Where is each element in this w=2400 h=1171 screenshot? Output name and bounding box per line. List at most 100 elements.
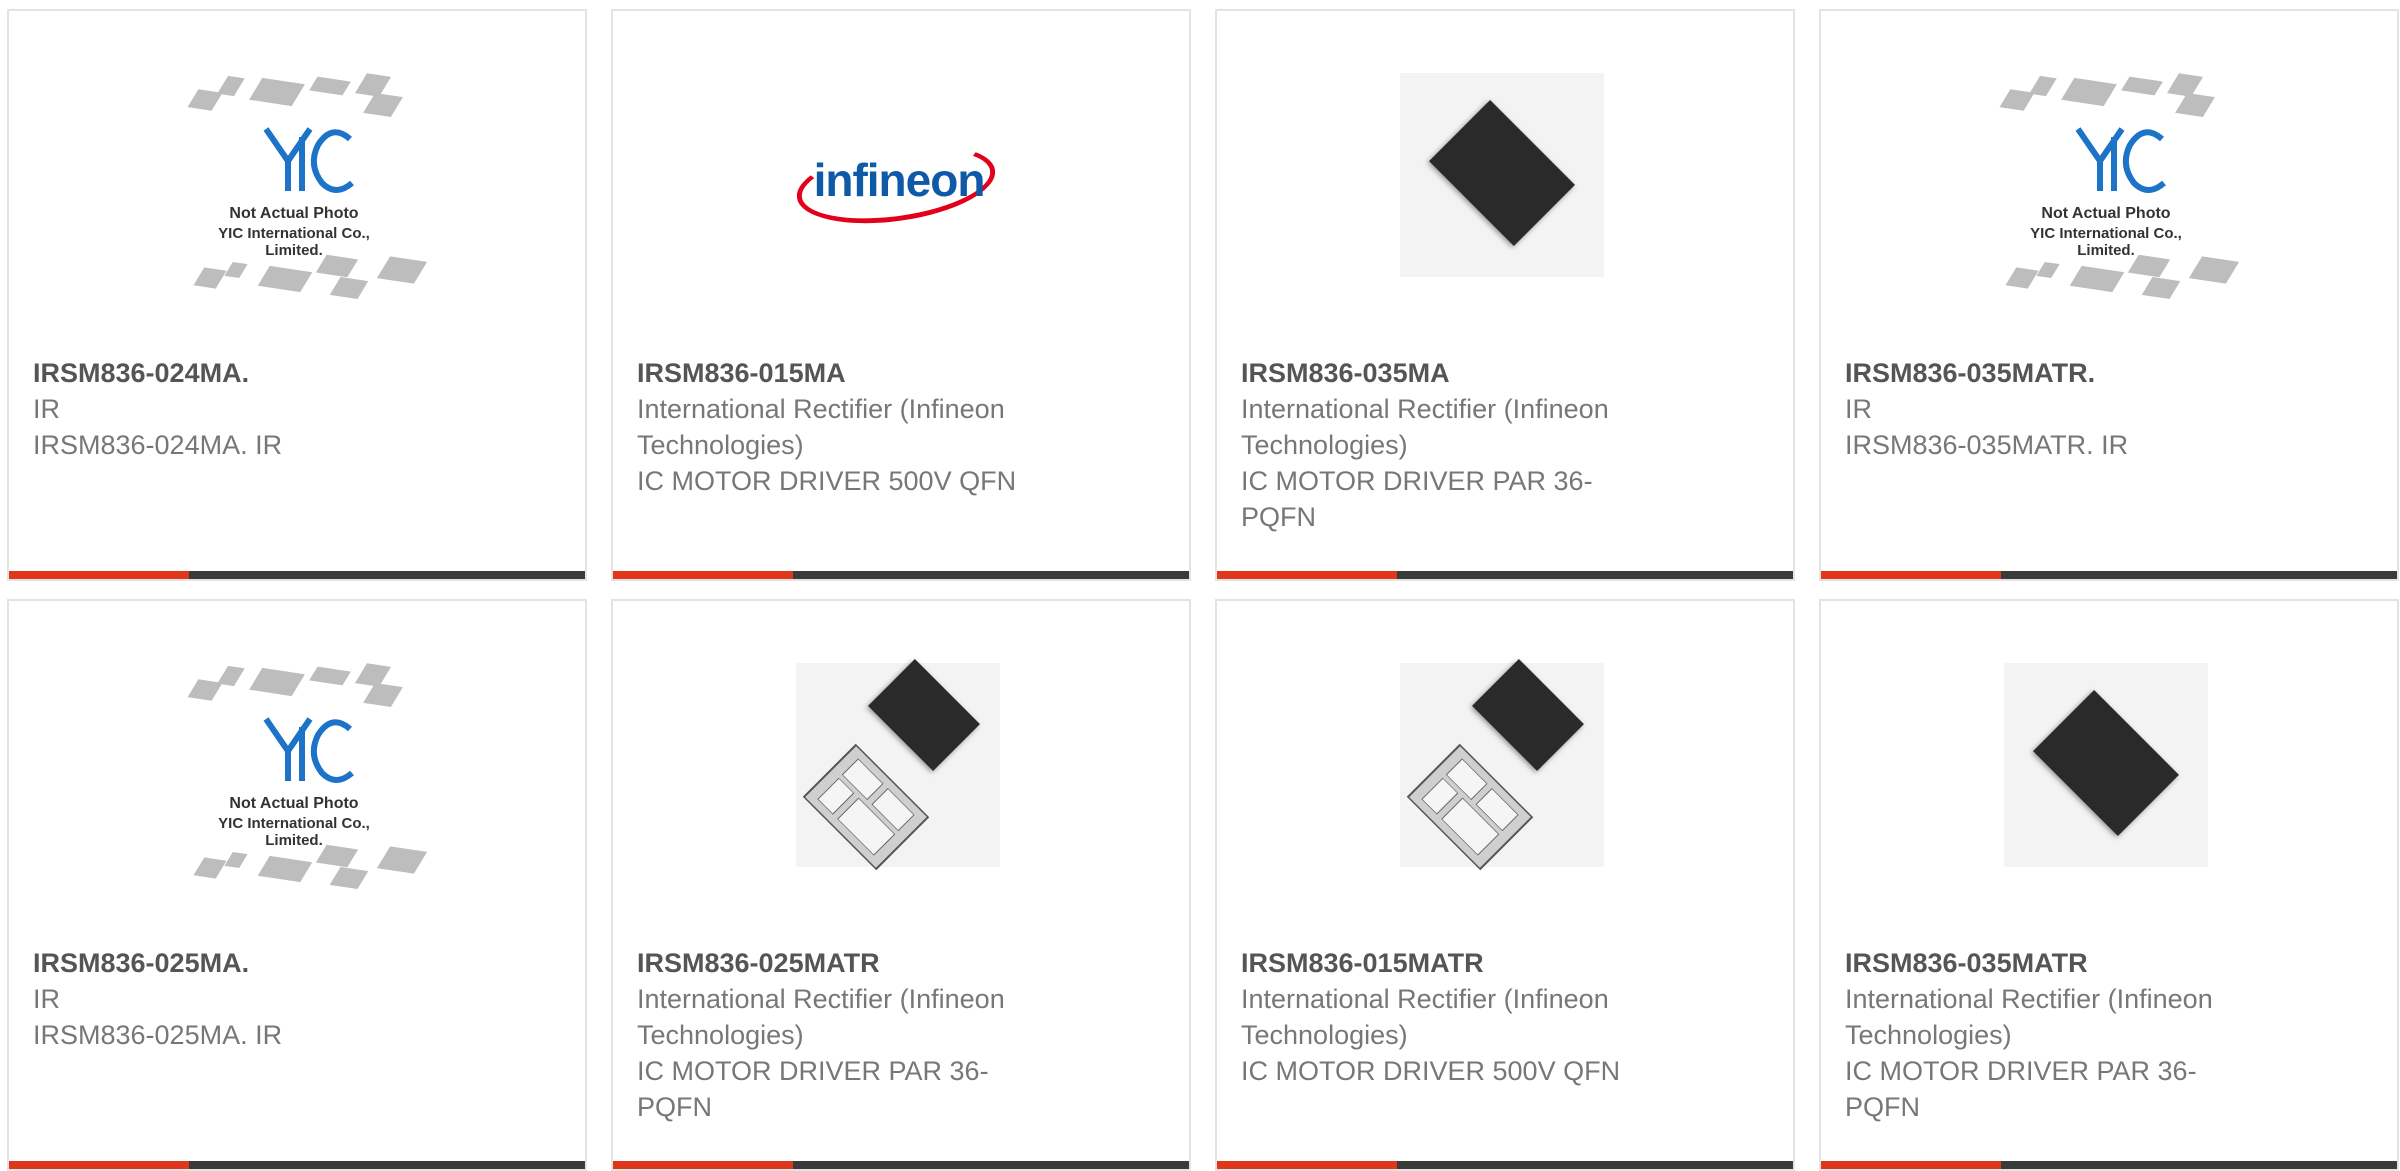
chip-thumbnail-icon [2069,265,2125,293]
infineon-logo: infineon [791,133,1001,235]
product-image[interactable]: Not Actual Photo YIC International Co., … [1999,73,2240,299]
card-accent-bar [613,1161,793,1169]
description: IC MOTOR DRIVER PAR 36-PQFN [1845,1056,2197,1122]
chip-thumbnail-icon [329,867,369,889]
product-info: IRSM836-024MA. IR IRSM836-024MA. IR [33,355,453,463]
product-photo [1400,73,1604,277]
product-image[interactable] [2004,663,2208,879]
description: IC MOTOR DRIVER 500V QFN [1241,1056,1621,1086]
part-number[interactable]: IRSM836-035MA [1241,355,1661,391]
product-image[interactable]: infineon [791,73,1001,289]
product-photo [1400,659,1604,871]
chip-thumbnail-icon [2188,256,2240,284]
chip-thumbnail-icon [224,261,248,279]
card-accent-bar [9,1161,189,1169]
part-number[interactable]: IRSM836-035MATR [1845,945,2265,981]
product-card[interactable]: Not Actual Photo YIC International Co., … [7,599,587,1171]
image-caption: Not Actual Photo [229,205,359,222]
chip-thumbnail-icon [363,683,403,707]
product-card[interactable]: IRSM836-035MA International Rectifier (I… [1215,9,1795,581]
description: IC MOTOR DRIVER PAR 36-PQFN [1241,466,1593,532]
chip-icon [1472,659,1584,771]
product-card[interactable]: IRSM836-025MATR International Rectifier … [611,599,1191,1171]
chip-thumbnail-icon [2029,75,2057,97]
product-photo [796,659,1000,871]
part-number[interactable]: IRSM836-025MA. [33,945,453,981]
product-image[interactable]: Not Actual Photo YIC International Co., … [187,73,428,299]
product-image[interactable]: Not Actual Photo YIC International Co., … [187,663,428,889]
product-card[interactable]: Not Actual Photo YIC International Co., … [7,9,587,581]
chip-pads-icon [802,743,930,871]
chip-icon [2033,690,2179,836]
chip-thumbnail-icon [376,846,428,874]
card-accent-bar [9,571,189,579]
image-caption: YIC International Co., Limited. [218,225,370,259]
product-card[interactable]: IRSM836-015MATR International Rectifier … [1215,599,1795,1171]
yic-logo-icon [2075,127,2166,193]
part-number[interactable]: IRSM836-025MATR [637,945,1057,981]
manufacturer: International Rectifier (Infineon Techno… [637,984,1005,1050]
card-accent-bar [1821,1161,2001,1169]
product-info: IRSM836-025MA. IR IRSM836-025MA. IR [33,945,453,1053]
description: IC MOTOR DRIVER 500V QFN [637,466,1017,496]
chip-thumbnail-icon [193,267,227,289]
product-info: IRSM836-035MATR International Rectifier … [1845,945,2265,1125]
chip-thumbnail-icon [354,73,392,97]
manufacturer: International Rectifier (Infineon Techno… [1241,984,1609,1050]
chip-thumbnail-icon [2121,76,2163,96]
chip-thumbnail-icon [309,666,351,686]
part-number[interactable]: IRSM836-035MATR. [1845,355,2265,391]
description: IRSM836-035MATR. IR [1845,430,2129,460]
image-caption: Not Actual Photo [2041,205,2171,222]
chip-thumbnail-icon [309,76,351,96]
image-caption: YIC International Co., Limited. [2030,225,2182,259]
image-caption: Not Actual Photo [229,795,359,812]
yic-logo-icon [263,717,354,783]
product-image[interactable] [1400,659,1604,879]
chip-thumbnail-icon [2166,73,2204,97]
manufacturer: IR [33,394,60,424]
chip-thumbnail-icon [2141,277,2181,299]
manufacturer: International Rectifier (Infineon Techno… [1241,394,1609,460]
product-info: IRSM836-015MA International Rectifier (I… [637,355,1057,499]
product-card[interactable]: IRSM836-035MATR International Rectifier … [1819,599,2399,1171]
chip-thumbnail-icon [257,855,313,883]
chip-thumbnail-icon [249,77,305,107]
chip-thumbnail-icon [249,667,305,697]
chip-thumbnail-icon [376,256,428,284]
chip-thumbnail-icon [2036,261,2060,279]
description: IC MOTOR DRIVER PAR 36-PQFN [637,1056,989,1122]
chip-icon [1429,100,1575,246]
logo-text: infineon [813,154,986,206]
card-accent-bar [1217,1161,1397,1169]
product-card[interactable]: Not Actual Photo YIC International Co., … [1819,9,2399,581]
product-info: IRSM836-035MATR. IR IRSM836-035MATR. IR [1845,355,2265,463]
image-caption: YIC International Co., Limited. [218,815,370,849]
chip-thumbnail-icon [257,265,313,293]
chip-thumbnail-icon [2061,77,2117,107]
product-image[interactable] [1400,73,1604,289]
card-accent-bar [1821,571,2001,579]
yic-logo-icon [263,127,354,193]
description: IRSM836-025MA. IR [33,1020,283,1050]
chip-thumbnail-icon [217,75,245,97]
product-info: IRSM836-015MATR International Rectifier … [1241,945,1661,1089]
manufacturer: International Rectifier (Infineon Techno… [1845,984,2213,1050]
chip-thumbnail-icon [354,663,392,687]
product-card[interactable]: infineon IRSM836-015MA International Rec… [611,9,1191,581]
chip-thumbnail-icon [2005,267,2039,289]
card-accent-bar [1217,571,1397,579]
product-image[interactable] [796,659,1000,879]
product-photo [2004,663,2208,867]
chip-pads-icon [1406,743,1534,871]
product-info: IRSM836-025MATR International Rectifier … [637,945,1057,1125]
manufacturer: International Rectifier (Infineon Techno… [637,394,1005,460]
manufacturer: IR [33,984,60,1014]
chip-thumbnail-icon [2175,93,2215,117]
part-number[interactable]: IRSM836-015MA [637,355,1057,391]
description: IRSM836-024MA. IR [33,430,283,460]
chip-thumbnail-icon [217,665,245,687]
chip-thumbnail-icon [193,857,227,879]
part-number[interactable]: IRSM836-015MATR [1241,945,1661,981]
part-number[interactable]: IRSM836-024MA. [33,355,453,391]
